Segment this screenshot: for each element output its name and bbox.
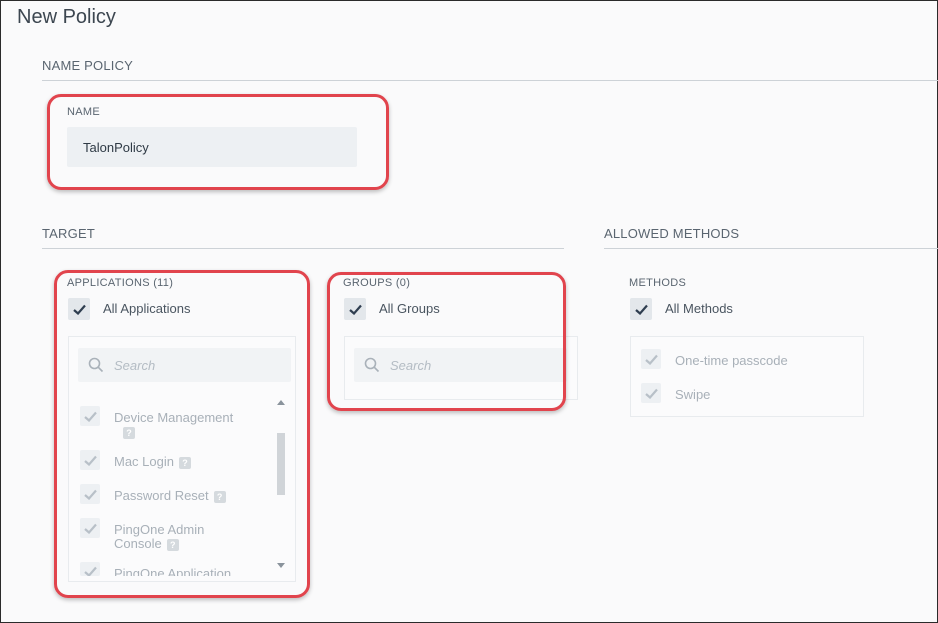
name-policy-divider	[42, 80, 938, 81]
check-icon	[634, 304, 648, 315]
methods-label: METHODS	[629, 277, 687, 289]
methods-list-box	[630, 336, 864, 417]
method-checkbox-swipe[interactable]	[641, 383, 661, 403]
check-icon	[644, 388, 658, 399]
method-checkbox-one-time-passcode[interactable]	[641, 349, 661, 369]
allowed-methods-section-title: ALLOWED METHODS	[604, 226, 740, 241]
name-policy-section-title: NAME POLICY	[42, 58, 134, 73]
check-icon	[644, 354, 658, 365]
method-item-swipe: Swipe	[675, 387, 711, 402]
allowed-methods-divider	[604, 248, 938, 249]
all-methods-label: All Methods	[665, 301, 733, 316]
target-section-title: TARGET	[42, 226, 95, 241]
all-methods-checkbox[interactable]	[630, 298, 652, 320]
method-item-one-time-passcode: One-time passcode	[675, 353, 788, 368]
applications-highlight-annotation	[54, 270, 310, 598]
name-highlight-annotation	[47, 94, 389, 190]
groups-highlight-annotation	[327, 272, 566, 411]
target-divider	[42, 248, 564, 249]
page-title: New Policy	[17, 6, 116, 28]
